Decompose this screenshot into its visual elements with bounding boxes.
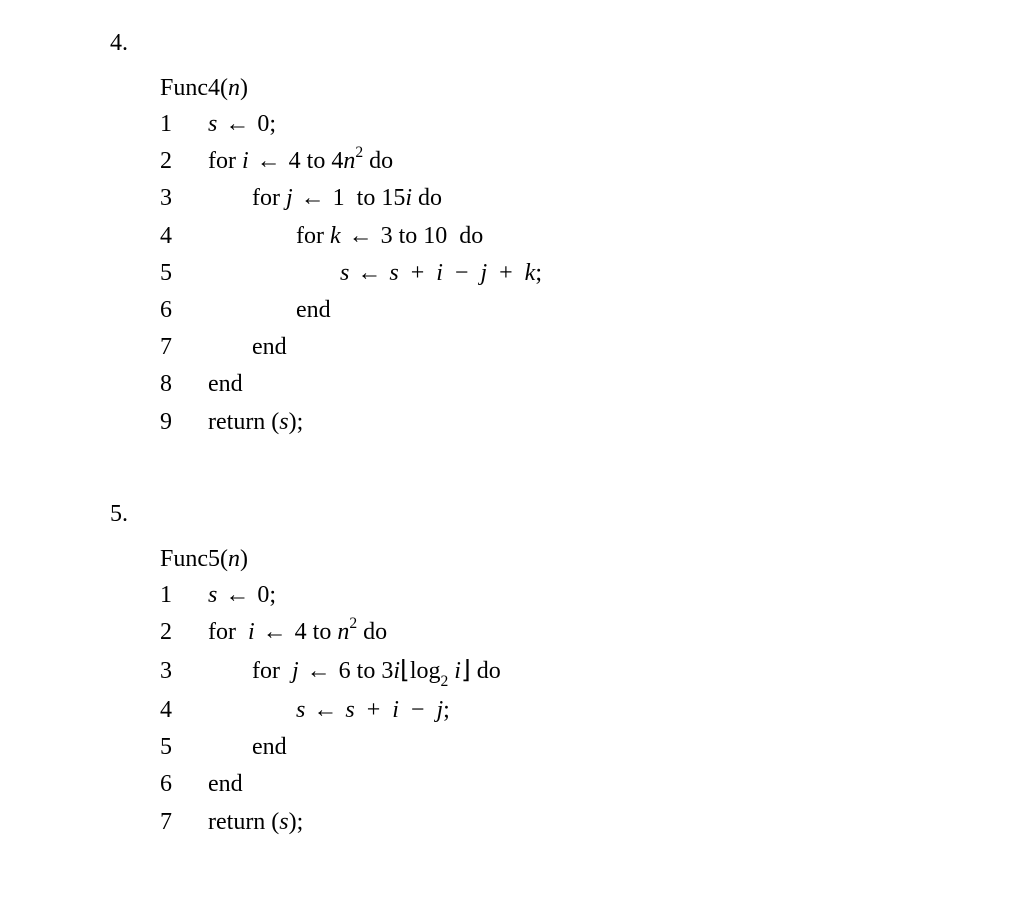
algorithm-title: Func5(n)	[160, 546, 1024, 573]
algorithm-line: 5 s ← s + i − j + k;	[160, 255, 1024, 292]
code-text: s ← s + i − j;	[296, 697, 450, 723]
line-number: 2	[160, 614, 208, 651]
code-indent-wrap: for i ← 4 to n2 do	[208, 614, 387, 651]
code-indent-wrap: for k ← 3 to 10 do	[208, 218, 483, 255]
algorithm-line: 7return (s);	[160, 804, 1024, 841]
line-number: 1	[160, 577, 208, 614]
algorithm-line: 1s ← 0;	[160, 577, 1024, 614]
algorithm-line: 7 end	[160, 329, 1024, 366]
code-text: end	[296, 297, 331, 323]
algorithm-block: Func5(n)1s ← 0;2for i ← 4 to n2 do3for j…	[160, 546, 1024, 841]
algorithm-line: 6 end	[160, 292, 1024, 329]
code-text: end	[208, 771, 243, 797]
algorithm-line: 5 end	[160, 729, 1024, 766]
line-number: 9	[160, 404, 208, 441]
code-indent-wrap: end	[208, 766, 243, 803]
code-text: for i ← 4 to 4n2 do	[208, 148, 393, 174]
line-number: 5	[160, 255, 208, 292]
code-indent-wrap: s ← s + i − j + k;	[208, 255, 542, 292]
algorithm-block: Func4(n)1s ← 0;2for i ← 4 to 4n2 do3for …	[160, 75, 1024, 441]
code-text: end	[252, 734, 287, 760]
code-indent-wrap: for j ← 6 to 3i⌊log2 i⌋ do	[208, 651, 501, 692]
line-number: 4	[160, 218, 208, 255]
code-text: return (s);	[208, 409, 303, 435]
line-number: 3	[160, 180, 208, 217]
line-number: 8	[160, 366, 208, 403]
code-text: end	[252, 334, 287, 360]
algorithm-line: 6end	[160, 766, 1024, 803]
code-text: for i ← 4 to n2 do	[208, 619, 387, 645]
code-text: return (s);	[208, 809, 303, 835]
code-indent-wrap: s ← 0;	[208, 577, 276, 614]
code-text: s ← s + i − j + k;	[340, 260, 542, 286]
algorithm-line: 9return (s);	[160, 404, 1024, 441]
algorithm-line: 8end	[160, 366, 1024, 403]
line-number: 6	[160, 292, 208, 329]
line-number: 7	[160, 329, 208, 366]
code-text: for j ← 1 to 15i do	[252, 185, 442, 211]
line-number: 1	[160, 106, 208, 143]
line-number: 6	[160, 766, 208, 803]
code-indent-wrap: return (s);	[208, 804, 303, 841]
code-text: s ← 0;	[208, 111, 276, 137]
code-indent-wrap: s ← s + i − j;	[208, 692, 450, 729]
line-number: 5	[160, 729, 208, 766]
code-text: end	[208, 371, 243, 397]
code-indent-wrap: end	[208, 292, 331, 329]
algorithm-line: 3 for j ← 6 to 3i⌊log2 i⌋ do	[160, 651, 1024, 692]
code-text: for k ← 3 to 10 do	[296, 223, 483, 249]
code-indent-wrap: s ← 0;	[208, 106, 276, 143]
code-indent-wrap: return (s);	[208, 404, 303, 441]
code-indent-wrap: for j ← 1 to 15i do	[208, 180, 442, 217]
problem-number: 5.	[110, 501, 1024, 528]
code-text: for j ← 6 to 3i⌊log2 i⌋ do	[252, 658, 501, 684]
code-indent-wrap: end	[208, 366, 243, 403]
algorithm-line: 2for i ← 4 to n2 do	[160, 614, 1024, 651]
problem-number: 4.	[110, 30, 1024, 57]
code-indent-wrap: end	[208, 329, 287, 366]
algorithm-line: 4 s ← s + i − j;	[160, 692, 1024, 729]
code-indent-wrap: for i ← 4 to 4n2 do	[208, 143, 393, 180]
line-number: 2	[160, 143, 208, 180]
algorithm-title: Func4(n)	[160, 75, 1024, 102]
line-number: 3	[160, 653, 208, 690]
algorithm-line: 2for i ← 4 to 4n2 do	[160, 143, 1024, 180]
algorithm-line: 1s ← 0;	[160, 106, 1024, 143]
line-number: 7	[160, 804, 208, 841]
page-root: 4.Func4(n)1s ← 0;2for i ← 4 to 4n2 do3fo…	[0, 0, 1024, 841]
code-indent-wrap: end	[208, 729, 287, 766]
code-text: s ← 0;	[208, 582, 276, 608]
algorithm-line: 4 for k ← 3 to 10 do	[160, 218, 1024, 255]
line-number: 4	[160, 692, 208, 729]
algorithm-line: 3 for j ← 1 to 15i do	[160, 180, 1024, 217]
